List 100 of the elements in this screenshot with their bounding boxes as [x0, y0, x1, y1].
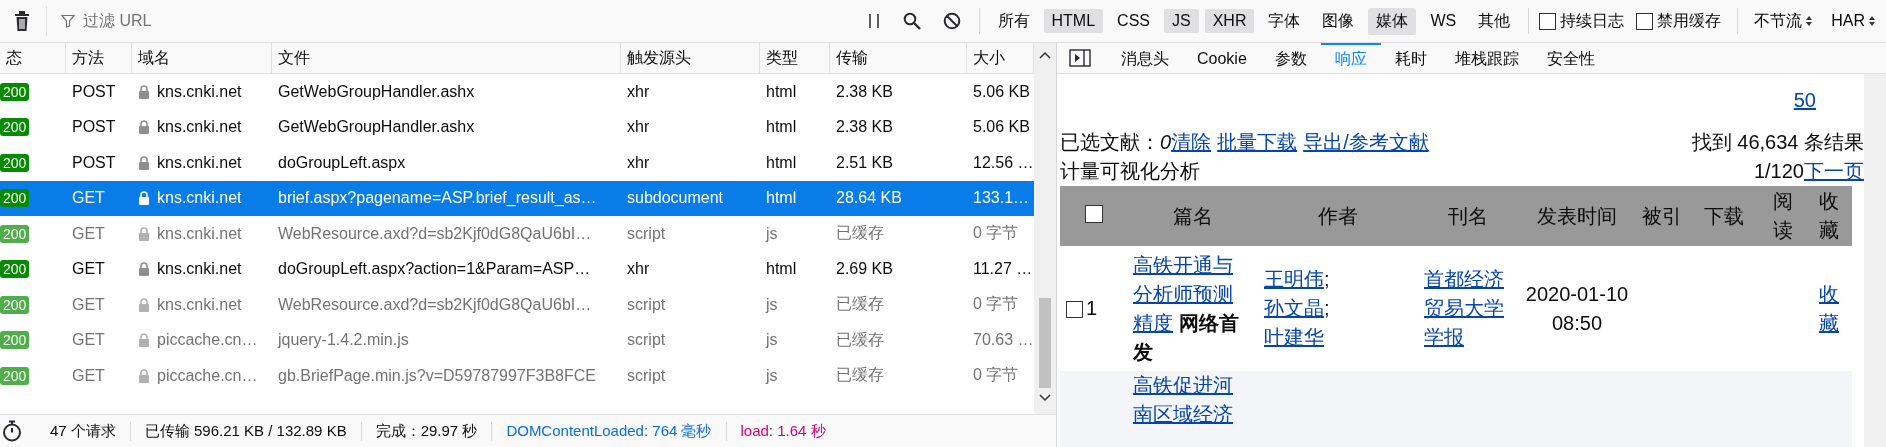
panel-toggle-icon[interactable] [1069, 49, 1091, 67]
author-link[interactable]: 孙文晶 [1264, 297, 1324, 319]
transfer-size: 28.64 KB [836, 189, 902, 208]
type-filter-button[interactable]: WS [1422, 9, 1465, 33]
detail-tab[interactable]: 堆栈跟踪 [1440, 43, 1533, 73]
initiator-text: subdocument [627, 189, 724, 208]
type-filter-button[interactable]: 媒体 [1368, 7, 1417, 35]
filter-field[interactable]: 过滤 URL [81, 11, 853, 31]
checkbox[interactable] [1539, 12, 1557, 30]
type-filter-button[interactable]: 图像 [1314, 7, 1363, 35]
transfer-size: 2.38 KB [836, 118, 893, 137]
request-row[interactable]: 200 GET piccache.cn… gb.BriefPage.min.js?v=D59787997F3B8FCE script js 已缓存 0 字节 [0, 358, 1034, 394]
scrollbar[interactable] [1034, 43, 1056, 414]
type-filter-button[interactable]: 字体 [1260, 7, 1309, 35]
column-header[interactable]: 方法 [66, 43, 132, 73]
lock-icon [138, 191, 150, 206]
detail-tab[interactable]: 安全性 [1532, 43, 1609, 73]
type-filter-button[interactable]: 其他 [1470, 7, 1519, 35]
lock-icon [138, 120, 150, 135]
article-title[interactable]: 高铁促进河南区域经济 [1127, 371, 1258, 447]
block-icon[interactable] [942, 12, 961, 30]
column-header: 收藏 [1819, 190, 1839, 241]
publish-date: 2020-01-10 08:50 [1525, 282, 1629, 334]
lock-icon [138, 368, 150, 383]
lock-icon [138, 226, 150, 241]
favorite-link[interactable]: 收藏 [1812, 279, 1846, 338]
author-link[interactable]: 王明伟 [1264, 268, 1324, 290]
action-link[interactable]: 清除 [1171, 128, 1212, 157]
caret-down-icon[interactable] [1039, 394, 1051, 402]
column-header[interactable]: 触发源头 [621, 43, 760, 73]
scrollbar[interactable] [1864, 74, 1886, 447]
column-header[interactable]: 文件 [272, 43, 621, 73]
author-link[interactable]: 叶建华 [1264, 326, 1324, 348]
request-row[interactable]: 200 POST kns.cnki.net doGroupLeft.aspx xhr html 2.51 KB 12.56 … [0, 145, 1034, 181]
pause-icon[interactable] [866, 13, 881, 29]
caret-up-icon[interactable] [1039, 51, 1051, 59]
method-text: GET [72, 260, 105, 279]
request-row[interactable]: 200 GET kns.cnki.net doGroupLeft.aspx?action=1&Param=ASP… xhr html 2.69 KB 11.27 … [0, 251, 1034, 287]
method-text: POST [72, 82, 116, 101]
file-name: jquery-1.4.2.min.js [278, 331, 409, 350]
domcontentloaded-time: DOMContentLoaded: 764 毫秒 [491, 421, 726, 441]
type-filter-button[interactable]: HTML [1043, 9, 1104, 33]
column-header[interactable]: 传输 [830, 43, 967, 73]
detail-tab[interactable]: Cookie [1183, 43, 1261, 73]
file-name: brief.aspx?pagename=ASP.brief_result_as… [278, 189, 597, 208]
status-badge: 200 [0, 260, 30, 279]
row-number: 1 [1086, 297, 1098, 320]
updown-caret-icon [1805, 15, 1814, 27]
column-header[interactable]: 态 [0, 43, 66, 73]
select-all-checkbox[interactable] [1084, 204, 1103, 223]
initiator-text: script [627, 295, 666, 314]
file-name: doGroupLeft.aspx [278, 153, 406, 172]
action-link[interactable]: 导出/参考文献 [1303, 128, 1429, 157]
trash-icon[interactable] [12, 10, 32, 32]
lock-icon [138, 262, 150, 277]
detail-tab[interactable]: 消息头 [1107, 43, 1183, 73]
status-badge: 200 [0, 82, 30, 101]
column-header[interactable]: 类型 [760, 43, 830, 73]
checkbox[interactable] [1636, 12, 1654, 30]
action-link[interactable]: 批量下载 [1217, 128, 1298, 157]
column-header[interactable]: 域名 [132, 43, 272, 73]
type-filter-button[interactable]: 所有 [989, 7, 1038, 35]
status-badge: 200 [0, 153, 30, 172]
size-text: 0 字节 [973, 365, 1019, 386]
lock-icon [138, 84, 150, 99]
request-row[interactable]: 200 POST kns.cnki.net GetWebGroupHandler.ashx xhr html 2.38 KB 5.06 KB [0, 74, 1034, 110]
type-filter-button[interactable]: XHR [1204, 9, 1255, 33]
initiator-text: script [627, 366, 666, 385]
file-name: WebResource.axd?d=sb2Kjf0dG8QaU6bI… [278, 295, 592, 314]
journal-link[interactable]: 首都经济贸易大学学报 [1424, 265, 1512, 352]
method-text: GET [72, 224, 105, 243]
article-title[interactable]: 高铁开通与分析师预测精度 网络首发 [1127, 246, 1258, 371]
scrollbar-thumb[interactable] [1039, 298, 1051, 388]
status-badge: 200 [0, 366, 30, 385]
size-text: 5.06 KB [973, 82, 1030, 101]
request-row[interactable]: 200 POST kns.cnki.net GetWebGroupHandler.ashx xhr html 2.38 KB 5.06 KB [0, 109, 1034, 145]
detail-tab[interactable]: 耗时 [1380, 43, 1441, 73]
request-row[interactable]: 200 GET kns.cnki.net WebResource.axd?d=sb2Kjf0dG8QaU6bI… script js 已缓存 0 字节 [0, 287, 1034, 323]
page-indicator: 1/120 [1753, 159, 1804, 184]
type-filter-button[interactable]: JS [1164, 9, 1199, 33]
request-count: 47 个请求 [49, 421, 117, 441]
search-icon[interactable] [902, 12, 921, 30]
transfer-size: 已缓存 [836, 294, 884, 315]
request-row[interactable]: 200 GET kns.cnki.net WebResource.axd?d=sb2Kjf0dG8QaU6bI… script js 已缓存 0 字节 [0, 216, 1034, 252]
har-dropdown[interactable]: HAR [1825, 12, 1882, 30]
page-size-link[interactable]: 50 [1793, 86, 1816, 115]
selected-count: 0 [1160, 130, 1172, 155]
detail-tab[interactable]: 参数 [1260, 43, 1321, 73]
initiator-text: xhr [627, 82, 650, 101]
request-row[interactable]: 200 GET piccache.cn… jquery-1.4.2.min.js script js 已缓存 70.63 … [0, 322, 1034, 358]
status-badge: 200 [0, 331, 30, 350]
row-checkbox[interactable] [1066, 300, 1083, 318]
column-header: 发表时间 [1537, 204, 1617, 227]
next-page-link[interactable]: 下一页 [1804, 157, 1864, 186]
detail-tab[interactable]: 响应 [1320, 43, 1381, 73]
throttle-dropdown[interactable]: 不节流 [1748, 10, 1820, 32]
status-badge: 200 [0, 224, 30, 243]
transfer-size: 2.51 KB [836, 153, 893, 172]
type-filter-button[interactable]: CSS [1109, 9, 1158, 33]
request-row[interactable]: 200 GET kns.cnki.net brief.aspx?pagename=ASP.brief_result_as… subdocument html 28.64 KB 133.1… [0, 180, 1034, 216]
